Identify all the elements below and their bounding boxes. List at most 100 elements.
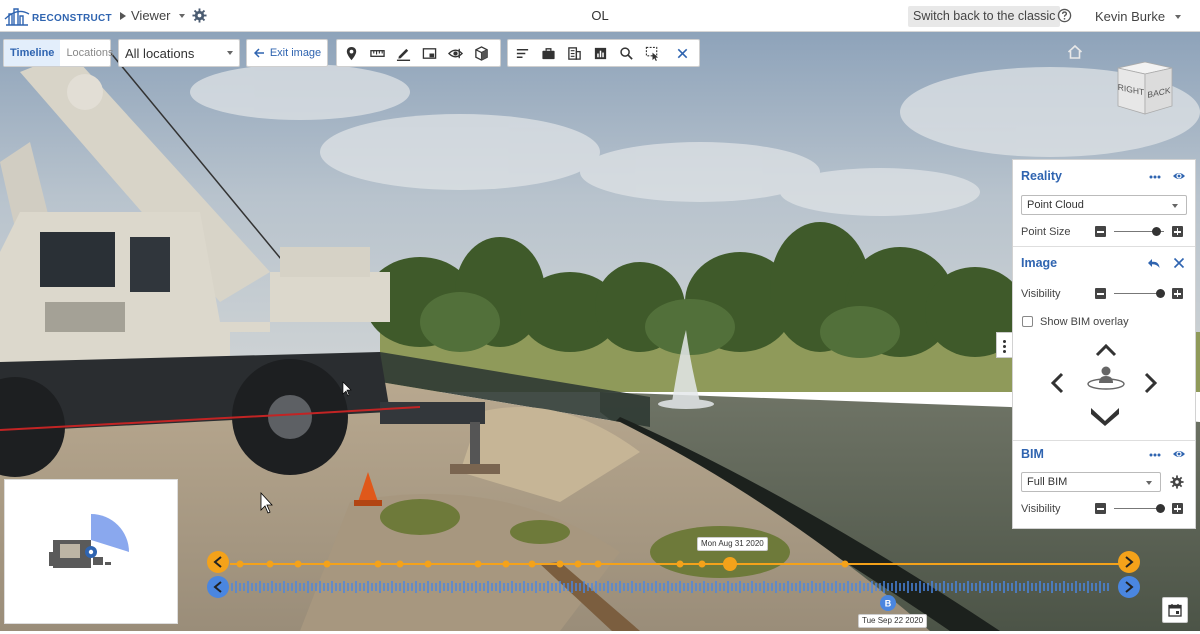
- user-menu[interactable]: Kevin Burke: [1095, 9, 1182, 24]
- map-pin-icon[interactable]: [338, 40, 364, 66]
- snapshot-icon[interactable]: [416, 40, 442, 66]
- select-cursor-icon[interactable]: [639, 40, 665, 66]
- calendar-button[interactable]: [1162, 597, 1188, 623]
- image-visibility-increase-button[interactable]: [1172, 288, 1183, 299]
- capture-dot[interactable]: [266, 560, 274, 568]
- capture-dot[interactable]: [502, 560, 510, 568]
- move-left-arrow-icon[interactable]: [1049, 372, 1065, 394]
- bim-overlay-checkbox[interactable]: [1022, 316, 1033, 327]
- play-icon: [120, 11, 126, 20]
- tab-timeline[interactable]: Timeline: [4, 40, 61, 66]
- building-icon[interactable]: [561, 40, 587, 66]
- capture-dot[interactable]: [396, 560, 404, 568]
- close-icon[interactable]: [1172, 256, 1186, 270]
- chevron-down-icon: [1172, 204, 1178, 208]
- capture-dot[interactable]: [841, 560, 849, 568]
- point-size-increase-button[interactable]: [1172, 226, 1183, 237]
- action-group: [507, 39, 700, 67]
- reality-mode-select[interactable]: Point Cloud: [1021, 195, 1187, 215]
- exit-image-button[interactable]: Exit image: [246, 39, 328, 67]
- more-options-icon[interactable]: [1148, 170, 1162, 184]
- list-icon[interactable]: [509, 40, 535, 66]
- nav-cube[interactable]: RIGHT BACK: [1114, 60, 1176, 116]
- capture-dot[interactable]: [574, 560, 582, 568]
- timeline-prev-blue-button[interactable]: [207, 576, 229, 598]
- bim-visibility-slider-handle[interactable]: [1155, 504, 1165, 513]
- chevron-down-icon: [1146, 481, 1152, 485]
- pen-icon[interactable]: [390, 40, 416, 66]
- location-select[interactable]: All locations: [118, 39, 240, 67]
- panel-collapse-handle[interactable]: [996, 332, 1012, 358]
- blue-capture-ticks[interactable]: [231, 581, 1109, 593]
- bim-visibility-increase-button[interactable]: [1172, 503, 1183, 514]
- gear-icon[interactable]: [1170, 475, 1184, 489]
- comparison-date-tag: Tue Sep 22 2020: [858, 614, 928, 628]
- move-down-arrow-icon[interactable]: [1089, 404, 1121, 426]
- capture-dot[interactable]: [556, 560, 564, 568]
- reconstruct-logo-icon: [4, 8, 30, 26]
- more-options-icon[interactable]: [1148, 448, 1162, 462]
- bim-visibility-decrease-button[interactable]: [1095, 503, 1106, 514]
- capture-dot[interactable]: [676, 560, 684, 568]
- move-right-arrow-icon[interactable]: [1143, 372, 1159, 394]
- eye-icon[interactable]: [1172, 169, 1186, 183]
- capture-dot[interactable]: [374, 560, 382, 568]
- help-icon[interactable]: [1057, 8, 1072, 23]
- top-bar: RECONSTRUCT Viewer OL Switch back to the…: [0, 0, 1200, 32]
- image-visibility-decrease-button[interactable]: [1095, 288, 1106, 299]
- selected-date-tag: Mon Aug 31 2020: [697, 537, 768, 551]
- capture-dot[interactable]: [294, 560, 302, 568]
- project-title: OL: [591, 8, 609, 23]
- point-size-slider-handle[interactable]: [1152, 227, 1161, 236]
- undo-icon[interactable]: [1147, 256, 1161, 270]
- viewer-menu[interactable]: Viewer: [120, 8, 185, 23]
- switch-classic-button[interactable]: Switch back to the classic: [908, 6, 1061, 27]
- eye-icon[interactable]: [1172, 447, 1186, 461]
- layers-panel: Reality Point Cloud Point Size Image Vis…: [1012, 159, 1196, 529]
- bim-visibility-label: Visibility: [1021, 503, 1061, 515]
- timeline-prev-orange-button[interactable]: [207, 551, 229, 573]
- timeline-next-orange-button[interactable]: [1118, 551, 1140, 573]
- viewer-label: Viewer: [131, 8, 171, 23]
- cube-icon[interactable]: [468, 40, 494, 66]
- selected-capture-dot[interactable]: [723, 557, 737, 571]
- capture-dot[interactable]: [236, 560, 244, 568]
- bim-mode-select[interactable]: Full BIM: [1021, 472, 1161, 492]
- person-position-icon: [1087, 366, 1125, 390]
- app-logo[interactable]: RECONSTRUCT: [4, 5, 112, 27]
- capture-dot[interactable]: [698, 560, 706, 568]
- gear-icon[interactable]: [192, 8, 207, 23]
- user-name: Kevin Burke: [1095, 9, 1166, 24]
- chevron-down-icon: [178, 13, 185, 18]
- logo-text: RECONSTRUCT: [32, 12, 112, 24]
- image-visibility-slider-handle[interactable]: [1155, 289, 1165, 298]
- arrow-left-icon: [253, 48, 264, 58]
- capture-dot[interactable]: [594, 560, 602, 568]
- minimap[interactable]: [4, 479, 178, 624]
- calendar-icon: [1168, 604, 1182, 617]
- capture-dot[interactable]: [323, 560, 331, 568]
- search-icon[interactable]: [613, 40, 639, 66]
- tab-locations[interactable]: Locations: [60, 40, 119, 66]
- capture-dot[interactable]: [424, 560, 432, 568]
- bim-title: BIM: [1021, 447, 1044, 461]
- briefcase-icon[interactable]: [535, 40, 561, 66]
- comparison-marker-label: B: [885, 599, 892, 609]
- chevron-down-icon: [1175, 14, 1182, 19]
- timeline-tracks[interactable]: B: [200, 540, 1150, 631]
- ruler-icon[interactable]: [364, 40, 390, 66]
- minimap-plan[interactable]: [5, 480, 177, 623]
- home-icon[interactable]: [1067, 44, 1083, 60]
- view-eye-icon[interactable]: [442, 40, 468, 66]
- capture-dot[interactable]: [474, 560, 482, 568]
- point-size-label: Point Size: [1021, 226, 1071, 238]
- view-cone: [91, 514, 129, 552]
- move-up-arrow-icon[interactable]: [1095, 342, 1117, 358]
- close-icon[interactable]: [669, 40, 695, 66]
- chart-icon[interactable]: [587, 40, 613, 66]
- capture-timeline[interactable]: B Mon Aug 31 2020 Tue Sep 22 2020: [200, 537, 1150, 631]
- bim-mode-value: Full BIM: [1027, 476, 1068, 488]
- point-size-decrease-button[interactable]: [1095, 226, 1106, 237]
- capture-dot[interactable]: [528, 560, 536, 568]
- timeline-next-blue-button[interactable]: [1118, 576, 1140, 598]
